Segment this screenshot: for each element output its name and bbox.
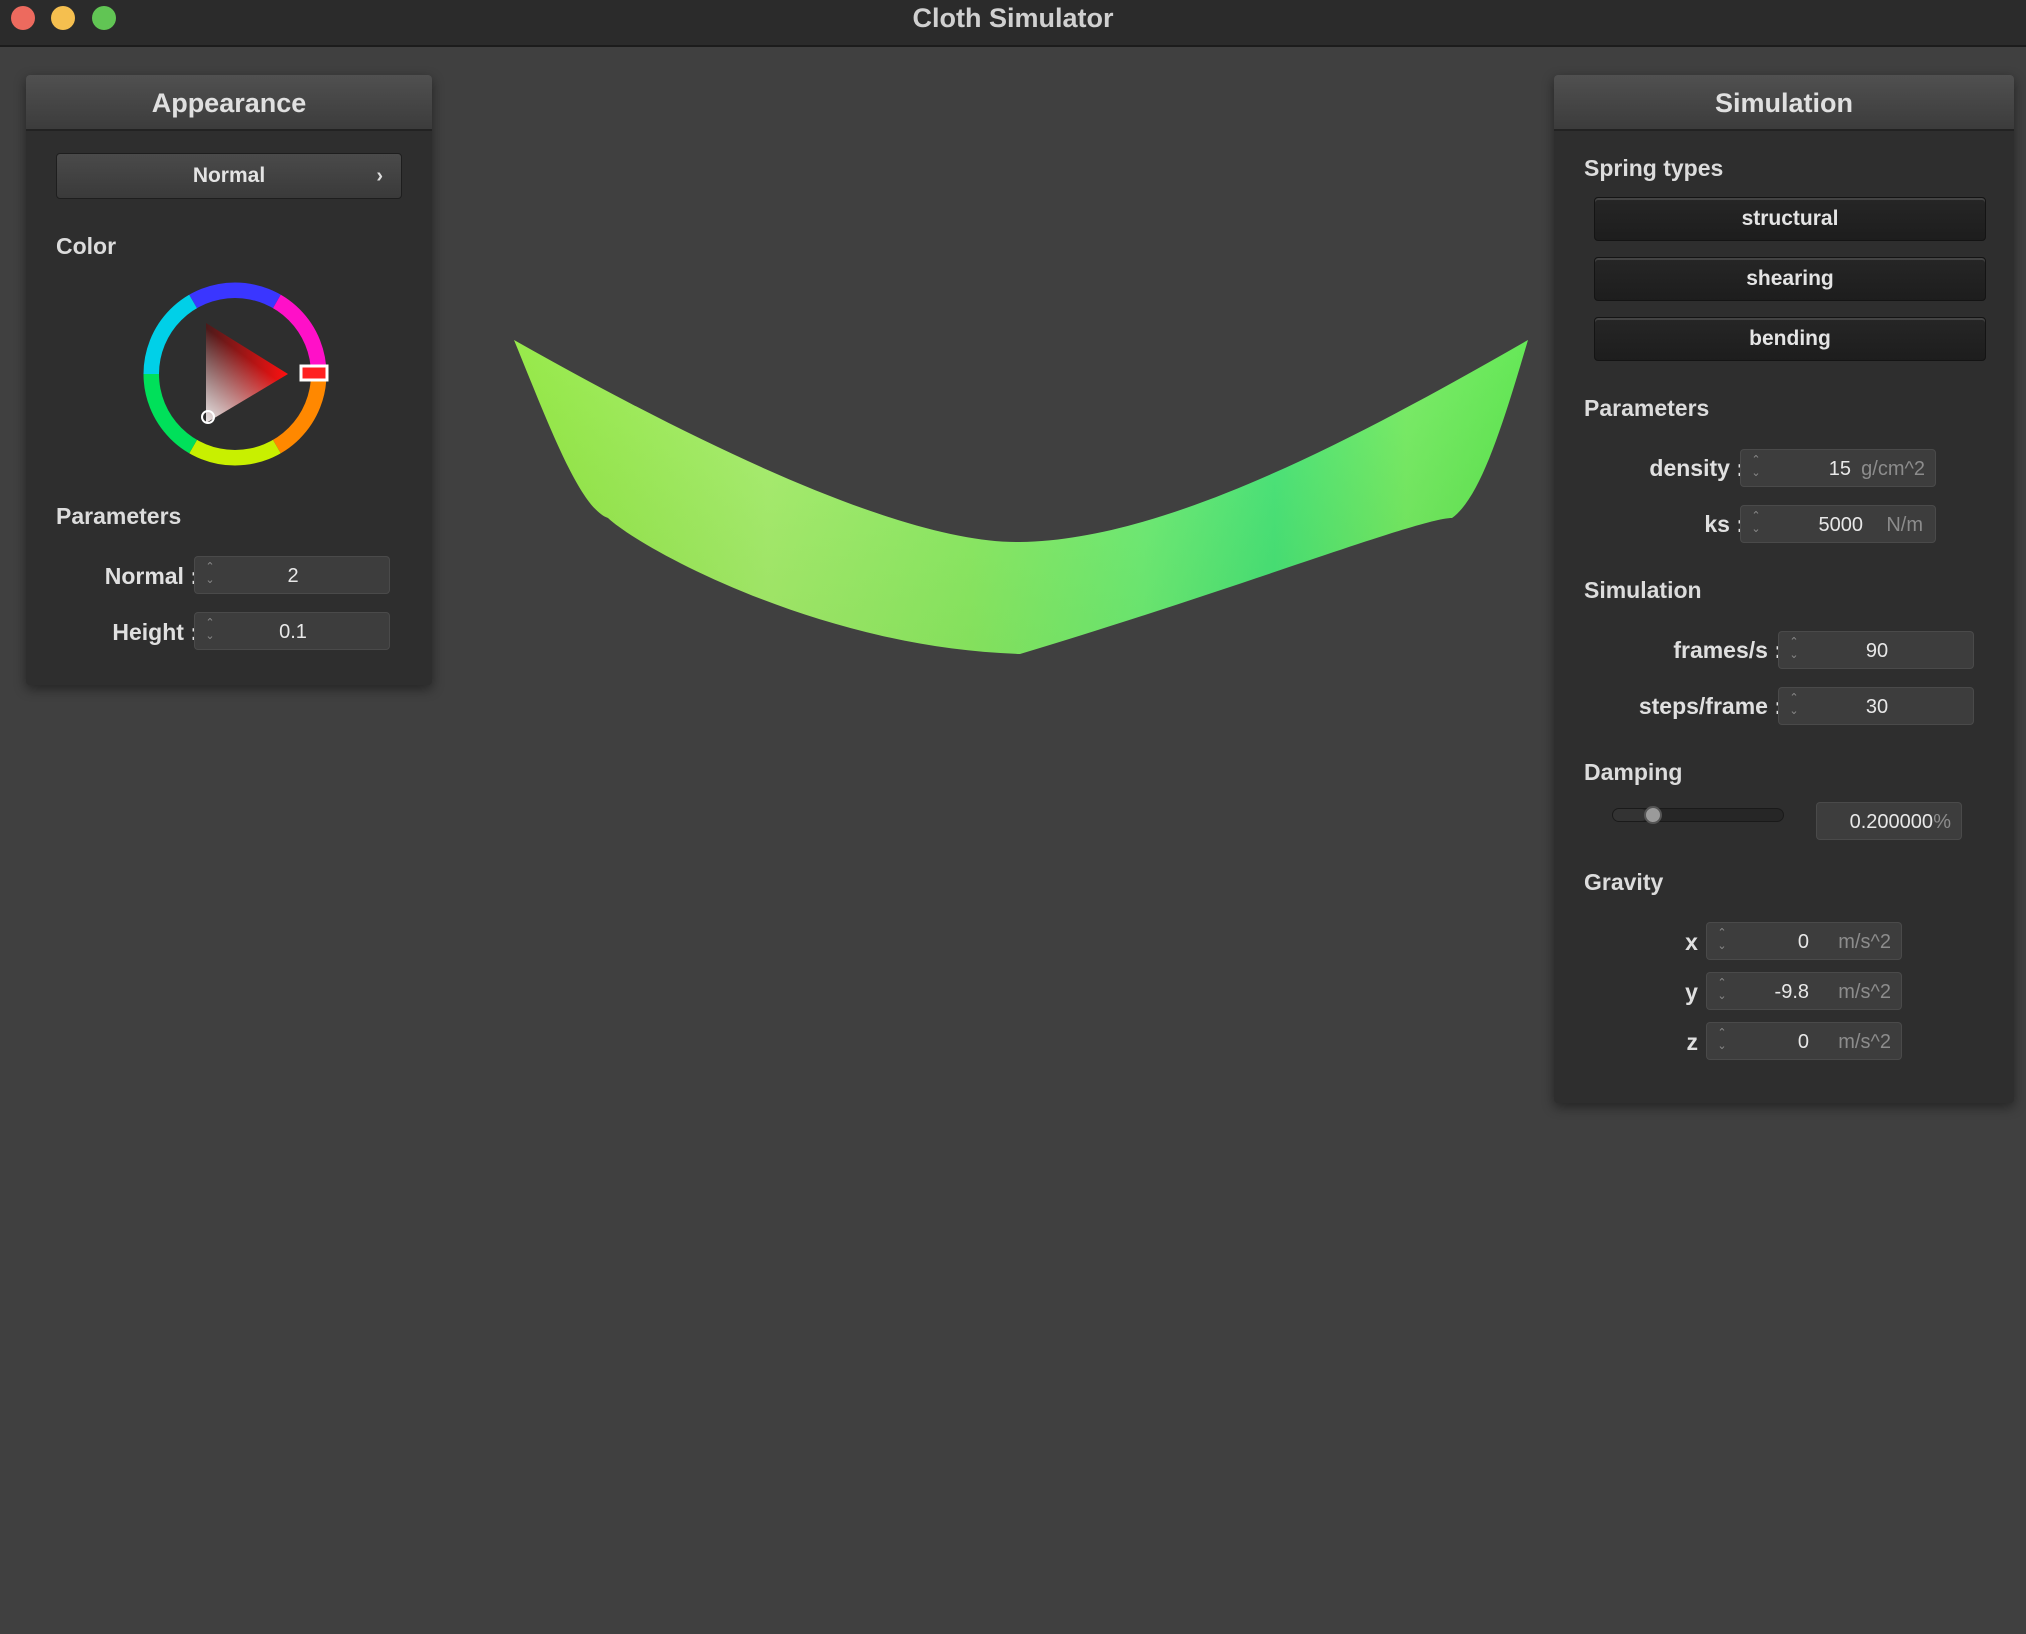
shader-dropdown-value: Normal [192, 164, 266, 187]
gravity-y-value: -9.8 [1774, 981, 1809, 1003]
simulation-panel: Simulation Spring types structural shear… [1554, 75, 2014, 1103]
gravity-z-unit: m/s^2 [1838, 1031, 1891, 1053]
gravity-z-field[interactable]: ⌃ ⌄ 0 m/s^2 [1706, 1022, 1902, 1060]
color-label: Color [56, 233, 117, 259]
ks-value: 5000 [1818, 514, 1864, 536]
damping-unit: % [1933, 811, 1951, 833]
normal-value: 2 [287, 565, 299, 587]
normal-label: Normal : [104, 563, 198, 589]
gravity-x-field[interactable]: ⌃ ⌄ 0 m/s^2 [1706, 922, 1902, 960]
damping-value: 0.200000 [1849, 811, 1933, 833]
appearance-header: Appearance [26, 75, 432, 131]
gravity-x-value: 0 [1797, 931, 1809, 953]
density-field[interactable]: ⌃ ⌄ 15 g/cm^2 [1740, 449, 1936, 487]
ks-field[interactable]: ⌃ ⌄ 5000 N/m [1740, 505, 1936, 543]
fps-field[interactable]: ⌃ ⌄ 90 [1778, 631, 1974, 669]
gravity-y-label: y : [1685, 979, 1712, 1005]
gravity-x-unit: m/s^2 [1838, 931, 1891, 953]
damping-slider-thumb[interactable] [1644, 806, 1662, 824]
spring-types-label: Spring types [1584, 155, 1724, 181]
gravity-z-value: 0 [1797, 1031, 1809, 1053]
density-unit: g/cm^2 [1861, 458, 1925, 480]
color-wheel[interactable] [140, 279, 330, 469]
fps-value: 90 [1865, 640, 1889, 662]
stepper-icon[interactable]: ⌃ ⌄ [1715, 977, 1729, 1005]
gravity-x-label: x : [1685, 929, 1712, 955]
window-title: Cloth Simulator [912, 3, 1114, 33]
steps-label: steps/frame : [1638, 693, 1782, 719]
damping-slider-fill [1613, 809, 1647, 821]
steps-field[interactable]: ⌃ ⌄ 30 [1778, 687, 1974, 725]
stepper-icon[interactable]: ⌃ ⌄ [1749, 454, 1763, 482]
simulation-section-label: Simulation [1584, 577, 1702, 603]
cloth-viewport[interactable] [440, 48, 1560, 748]
stepper-icon[interactable]: ⌃ ⌄ [1715, 1027, 1729, 1055]
chevron-right-icon: › [376, 165, 383, 187]
stepper-icon[interactable]: ⌃ ⌄ [1749, 510, 1763, 538]
structural-button[interactable]: structural [1594, 197, 1986, 241]
steps-value: 30 [1865, 696, 1889, 718]
height-value: 0.1 [279, 621, 307, 643]
damping-field[interactable]: 0.200000 % [1816, 802, 1962, 840]
hue-handle[interactable] [299, 364, 329, 382]
damping-slider[interactable] [1612, 808, 1784, 822]
gravity-z-label: z : [1686, 1029, 1712, 1055]
height-label: Height : [112, 619, 198, 645]
gravity-label: Gravity [1584, 869, 1664, 895]
simulation-header: Simulation [1554, 75, 2014, 131]
shader-dropdown[interactable]: Normal › [56, 153, 402, 199]
damping-label: Damping [1584, 759, 1683, 785]
shearing-button[interactable]: shearing [1594, 257, 1986, 301]
gravity-y-field[interactable]: ⌃ ⌄ -9.8 m/s^2 [1706, 972, 1902, 1010]
stepper-icon[interactable]: ⌃ ⌄ [1715, 927, 1729, 955]
simulation-parameters-label: Parameters [1584, 395, 1710, 421]
appearance-panel: Appearance Normal › Color Parameters Nor… [26, 75, 432, 685]
cloth-shading [514, 340, 1528, 654]
gravity-y-unit: m/s^2 [1838, 981, 1891, 1003]
bending-button[interactable]: bending [1594, 317, 1986, 361]
density-value: 15 [1828, 458, 1851, 480]
density-label: density : [1649, 455, 1744, 481]
normal-field[interactable]: ⌃ ⌄ 2 [194, 556, 390, 594]
title-bar: Cloth Simulator [0, 0, 2026, 47]
appearance-parameters-label: Parameters [56, 503, 182, 529]
fps-label: frames/s : [1673, 637, 1782, 663]
ks-label: ks : [1704, 511, 1744, 537]
ks-unit: N/m [1886, 514, 1923, 536]
height-field[interactable]: ⌃ ⌄ 0.1 [194, 612, 390, 650]
